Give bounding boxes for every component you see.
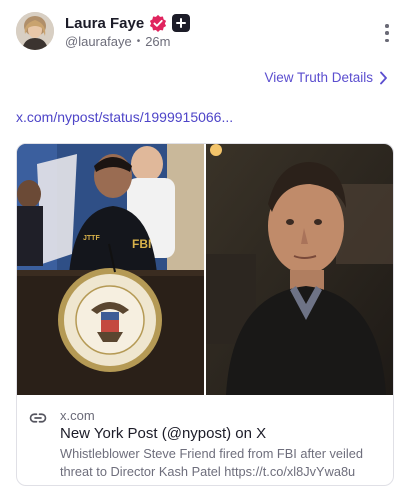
interview-portrait-image <box>206 144 393 395</box>
display-name[interactable]: Laura Faye <box>65 15 144 32</box>
card-title[interactable]: New York Post (@nypost) on X <box>60 425 266 442</box>
link-preview-card[interactable]: FBI JTTF x.com New York Post (@nypost) o… <box>16 143 394 486</box>
more-options-icon[interactable] <box>382 24 392 42</box>
svg-text:FBI: FBI <box>132 237 151 251</box>
truth-post: Laura Faye @laurafaye • 26m View Truth D… <box>0 0 410 500</box>
svg-text:JTTF: JTTF <box>83 235 100 242</box>
chevron-right-icon <box>380 71 387 84</box>
card-image-collage: FBI JTTF <box>17 144 393 395</box>
card-description: Whistleblower Steve Friend fired from FB… <box>60 446 363 479</box>
post-url-link[interactable]: x.com/nypost/status/1999915066... <box>16 109 233 125</box>
post-header: Laura Faye @laurafaye • 26m <box>16 12 396 56</box>
separator-dot: • <box>136 36 141 47</box>
card-info: x.com New York Post (@nypost) on X Whist… <box>17 396 393 485</box>
plus-badge-icon <box>172 14 191 32</box>
press-conference-image: FBI JTTF <box>17 144 204 395</box>
link-icon <box>29 413 47 423</box>
avatar[interactable] <box>16 12 54 50</box>
card-domain: x.com <box>60 408 95 423</box>
timestamp: 26m <box>145 34 171 49</box>
handle[interactable]: @laurafaye <box>65 34 132 49</box>
view-truth-details-link[interactable]: View Truth Details <box>264 70 388 85</box>
verified-badge-icon <box>150 14 167 32</box>
name-row: Laura Faye <box>65 12 191 34</box>
author-meta: @laurafaye • 26m <box>65 34 171 49</box>
view-truth-details-label: View Truth Details <box>264 70 373 85</box>
